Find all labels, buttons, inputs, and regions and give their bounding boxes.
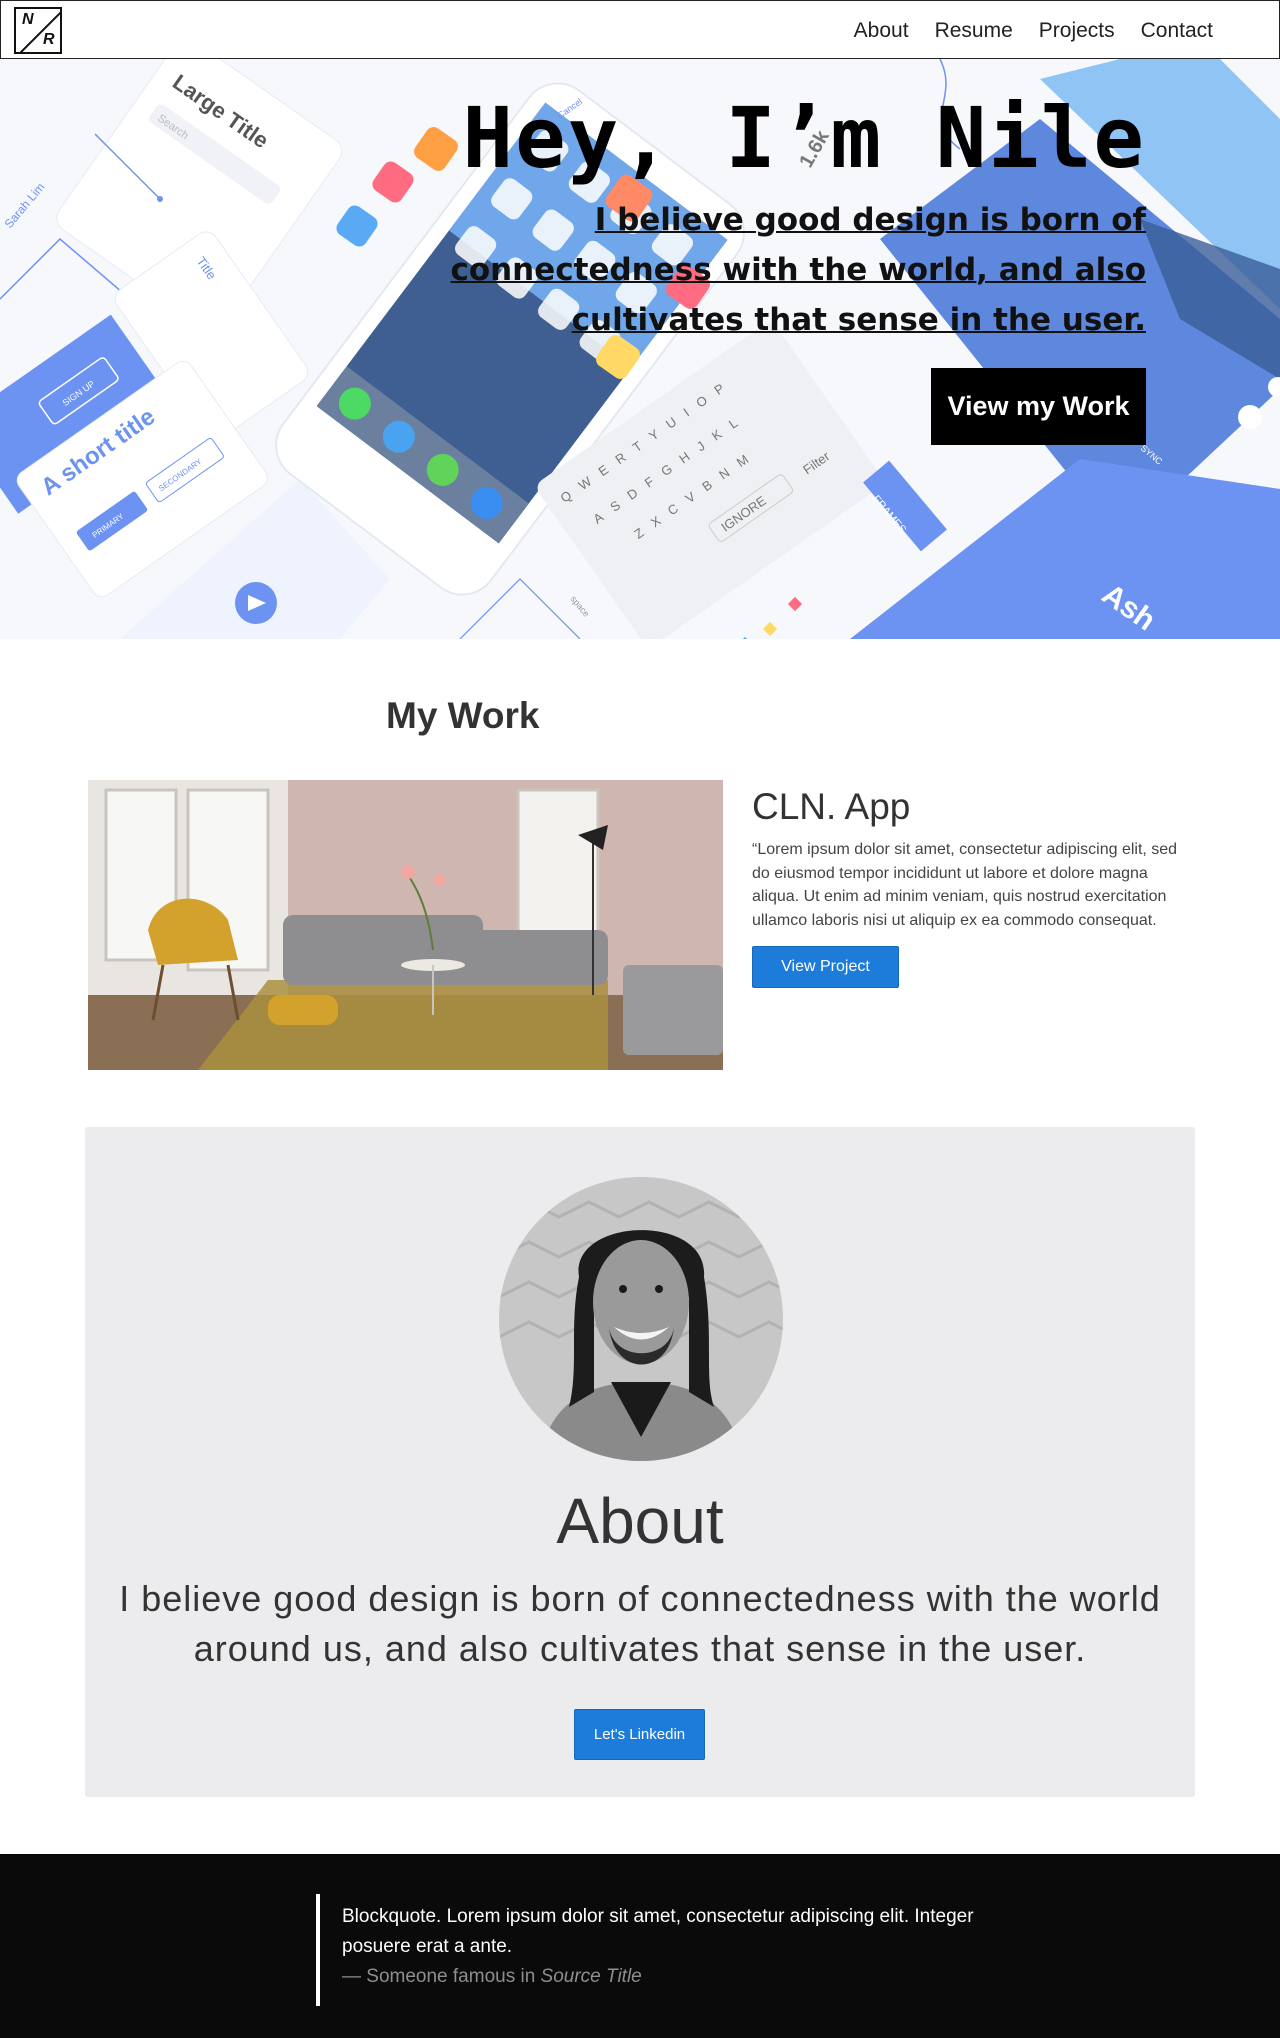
- bg-text-framer-kits: space: [568, 594, 591, 619]
- blockquote-bar: [316, 1894, 320, 2006]
- hero-title: Hey, I’m Nile: [462, 89, 1146, 187]
- nav-links: About Resume Projects Contact: [854, 19, 1213, 43]
- logo-letter-r: R: [43, 31, 55, 48]
- my-work-heading: My Work: [386, 695, 540, 736]
- avatar: [499, 1177, 783, 1461]
- bg-text-sarah: Sarah Lim: [2, 180, 48, 231]
- hero-section: Large Title Search Sarah Lim Title SIGN …: [0, 59, 1280, 639]
- about-card: About I believe good design is born of c…: [85, 1127, 1195, 1797]
- bg-panel-right-blue: [850, 459, 1280, 639]
- logo-letter-n: N: [22, 11, 34, 28]
- nav-link-about[interactable]: About: [854, 19, 909, 43]
- nav-link-contact[interactable]: Contact: [1141, 19, 1213, 43]
- footer: Blockquote. Lorem ipsum dolor sit amet, …: [0, 1854, 1280, 2038]
- linkedin-button[interactable]: Let's Linkedin: [574, 1709, 705, 1760]
- project-description: “Lorem ipsum dolor sit amet, consectetur…: [752, 841, 1178, 929]
- hero-tagline: I believe good design is born of connect…: [450, 202, 1146, 338]
- nav-link-resume[interactable]: Resume: [935, 19, 1013, 43]
- cite-source: Source Title: [540, 1966, 642, 1987]
- blockquote-text: Blockquote. Lorem ipsum dolor sit amet, …: [342, 1906, 974, 1957]
- view-my-work-button[interactable]: View my Work: [931, 368, 1146, 445]
- blockquote-cite: — Someone famous in Source Title: [342, 1966, 642, 1988]
- project-image: [88, 780, 723, 1070]
- view-project-button[interactable]: View Project: [752, 946, 899, 988]
- about-heading: About: [556, 1485, 724, 1557]
- logo[interactable]: N R: [14, 7, 62, 54]
- project-name: CLN. App: [752, 786, 911, 827]
- about-text: I believe good design is born of connect…: [119, 1578, 1161, 1669]
- navbar: N R About Resume Projects Contact: [0, 0, 1280, 59]
- nav-link-projects[interactable]: Projects: [1039, 19, 1115, 43]
- cite-prefix: — Someone famous in: [342, 1966, 536, 1987]
